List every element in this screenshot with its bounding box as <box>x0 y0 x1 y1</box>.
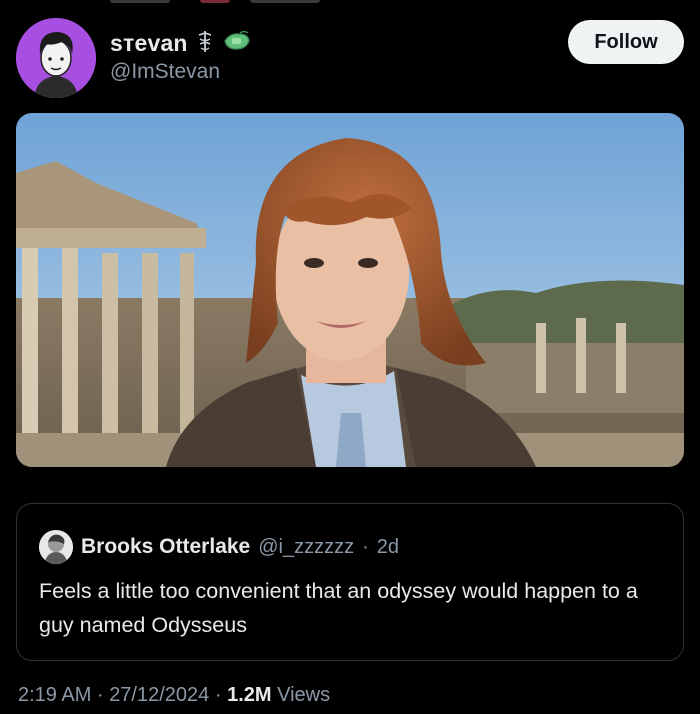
quoted-avatar-illustration <box>39 530 73 564</box>
top-scroll-edge <box>0 0 700 6</box>
quoted-separator: · <box>362 535 369 558</box>
post-photo[interactable] <box>16 113 684 467</box>
views-label: Views <box>277 684 331 706</box>
author-names: sтevan @ImStevan <box>110 28 252 84</box>
author-display-name[interactable]: sтevan <box>110 30 188 57</box>
staff-of-hermes-icon <box>196 29 214 58</box>
quoted-post-age[interactable]: 2d <box>377 536 399 559</box>
photo-icon <box>16 113 684 467</box>
author-avatar[interactable] <box>16 18 96 98</box>
quoted-author-handle[interactable]: @i_zzzzzz <box>258 536 354 559</box>
author-handle[interactable]: @ImStevan <box>110 60 252 84</box>
cash-bundle-icon <box>222 29 252 58</box>
meta-separator: · <box>214 684 222 706</box>
quoted-post-text: Feels a little too convenient that an od… <box>39 579 638 637</box>
post-date[interactable]: 27/12/2024 <box>109 684 209 706</box>
post-header: sтevan @ImStevan Follow <box>16 18 684 98</box>
quoted-author-name[interactable]: Brooks Otterlake <box>81 535 250 559</box>
post-time[interactable]: 2:19 AM <box>18 684 91 706</box>
views-count: 1.2M <box>227 684 272 706</box>
post-meta: 2:19 AM · 27/12/2024 · 1.2M Views <box>18 684 330 707</box>
meta-separator: · <box>96 684 104 706</box>
author-avatar-illustration <box>16 18 96 98</box>
quoted-post[interactable]: Brooks Otterlake @i_zzzzzz · 2d Feels a … <box>16 503 684 661</box>
quoted-author-avatar[interactable] <box>39 530 73 564</box>
quoted-post-header: Brooks Otterlake @i_zzzzzz · 2d <box>39 530 399 564</box>
follow-button[interactable]: Follow <box>568 20 684 64</box>
